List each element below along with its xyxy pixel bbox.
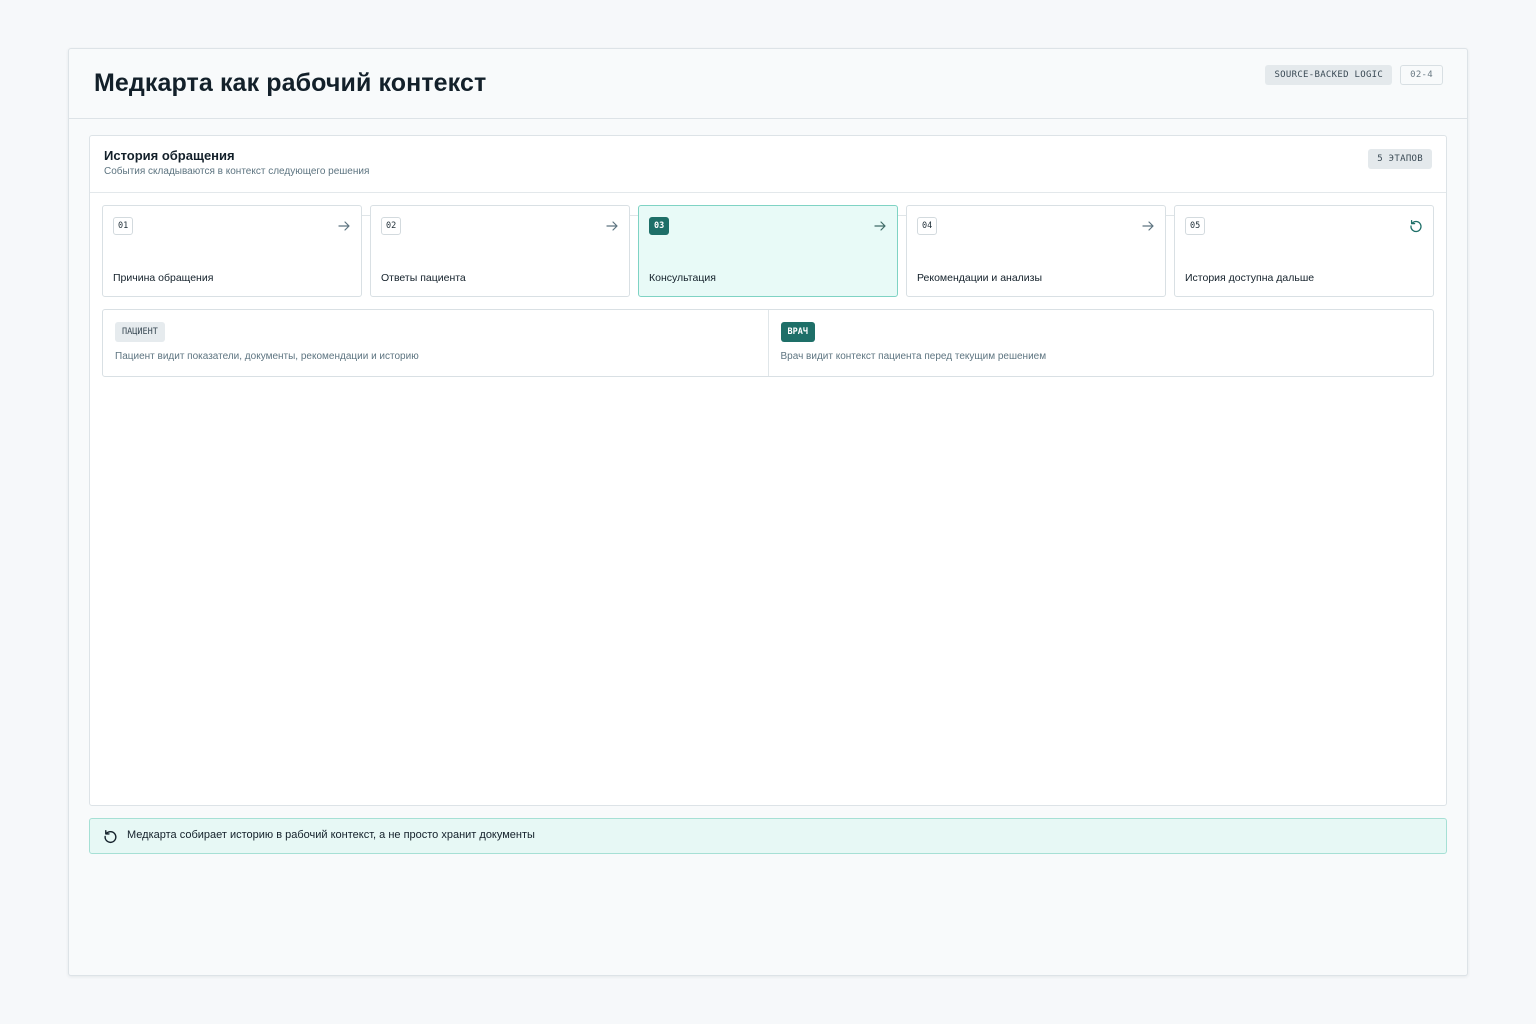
stage-label: Ответы пациента — [381, 272, 466, 284]
stage-number: 03 — [649, 217, 670, 235]
page-header: Медкарта как рабочий контекст SOURCE-BAC… — [69, 49, 1467, 119]
summary-note: Медкарта собирает историю в рабочий конт… — [89, 818, 1447, 854]
doctor-description: Врач видит контекст пациента перед текущ… — [780, 351, 1047, 362]
stage-card-01[interactable]: 01 Причина обращения — [102, 205, 362, 297]
stage-label: Причина обращения — [113, 272, 214, 284]
doctor-badge: ВРАЧ — [780, 322, 815, 342]
stage-number: 01 — [113, 217, 134, 235]
arrow-right-icon — [338, 221, 350, 231]
header-tags: SOURCE-BACKED LOGIC 02-4 — [1265, 65, 1443, 85]
stage-timeline: 01 Причина обращения 02 Ответы пациента … — [102, 205, 1434, 297]
stage-count-badge: 5 ЭТАПОВ — [1368, 149, 1432, 169]
stage-label: История доступна дальше — [1185, 272, 1315, 284]
history-icon — [104, 830, 117, 844]
source-tag: SOURCE-BACKED LOGIC — [1265, 65, 1393, 85]
patient-badge: ПАЦИЕНТ — [115, 322, 165, 342]
history-panel: История обращения События складываются в… — [89, 135, 1447, 806]
patient-view: ПАЦИЕНТ Пациент видит показатели, докуме… — [103, 310, 768, 376]
stage-number: 05 — [1185, 217, 1206, 235]
summary-text: Медкарта собирает историю в рабочий конт… — [127, 829, 535, 841]
arrow-right-icon — [1142, 221, 1154, 231]
stage-label: Рекомендации и анализы — [917, 272, 1043, 284]
stage-card-03[interactable]: 03 Консультация — [638, 205, 898, 297]
history-panel-header: История обращения События складываются в… — [90, 136, 1446, 193]
arrow-right-icon — [874, 221, 886, 231]
role-views: ПАЦИЕНТ Пациент видит показатели, докуме… — [102, 309, 1434, 377]
arrow-right-icon — [606, 221, 618, 231]
stage-card-02[interactable]: 02 Ответы пациента — [370, 205, 630, 297]
stage-card-04[interactable]: 04 Рекомендации и анализы — [906, 205, 1166, 297]
history-subtitle: События складываются в контекст следующе… — [104, 166, 370, 177]
patient-description: Пациент видит показатели, документы, рек… — [115, 351, 419, 362]
history-title: История обращения — [104, 148, 235, 163]
stage-number: 02 — [381, 217, 402, 235]
stage-label: Консультация — [649, 272, 716, 284]
section-id-tag: 02-4 — [1400, 65, 1443, 85]
history-icon — [1410, 219, 1422, 233]
stage-number: 04 — [917, 217, 938, 235]
medcard-window: Медкарта как рабочий контекст SOURCE-BAC… — [68, 48, 1468, 976]
doctor-view: ВРАЧ Врач видит контекст пациента перед … — [767, 310, 1434, 376]
stage-card-05[interactable]: 05 История доступна дальше — [1174, 205, 1434, 297]
page-title: Медкарта как рабочий контекст — [94, 69, 487, 97]
